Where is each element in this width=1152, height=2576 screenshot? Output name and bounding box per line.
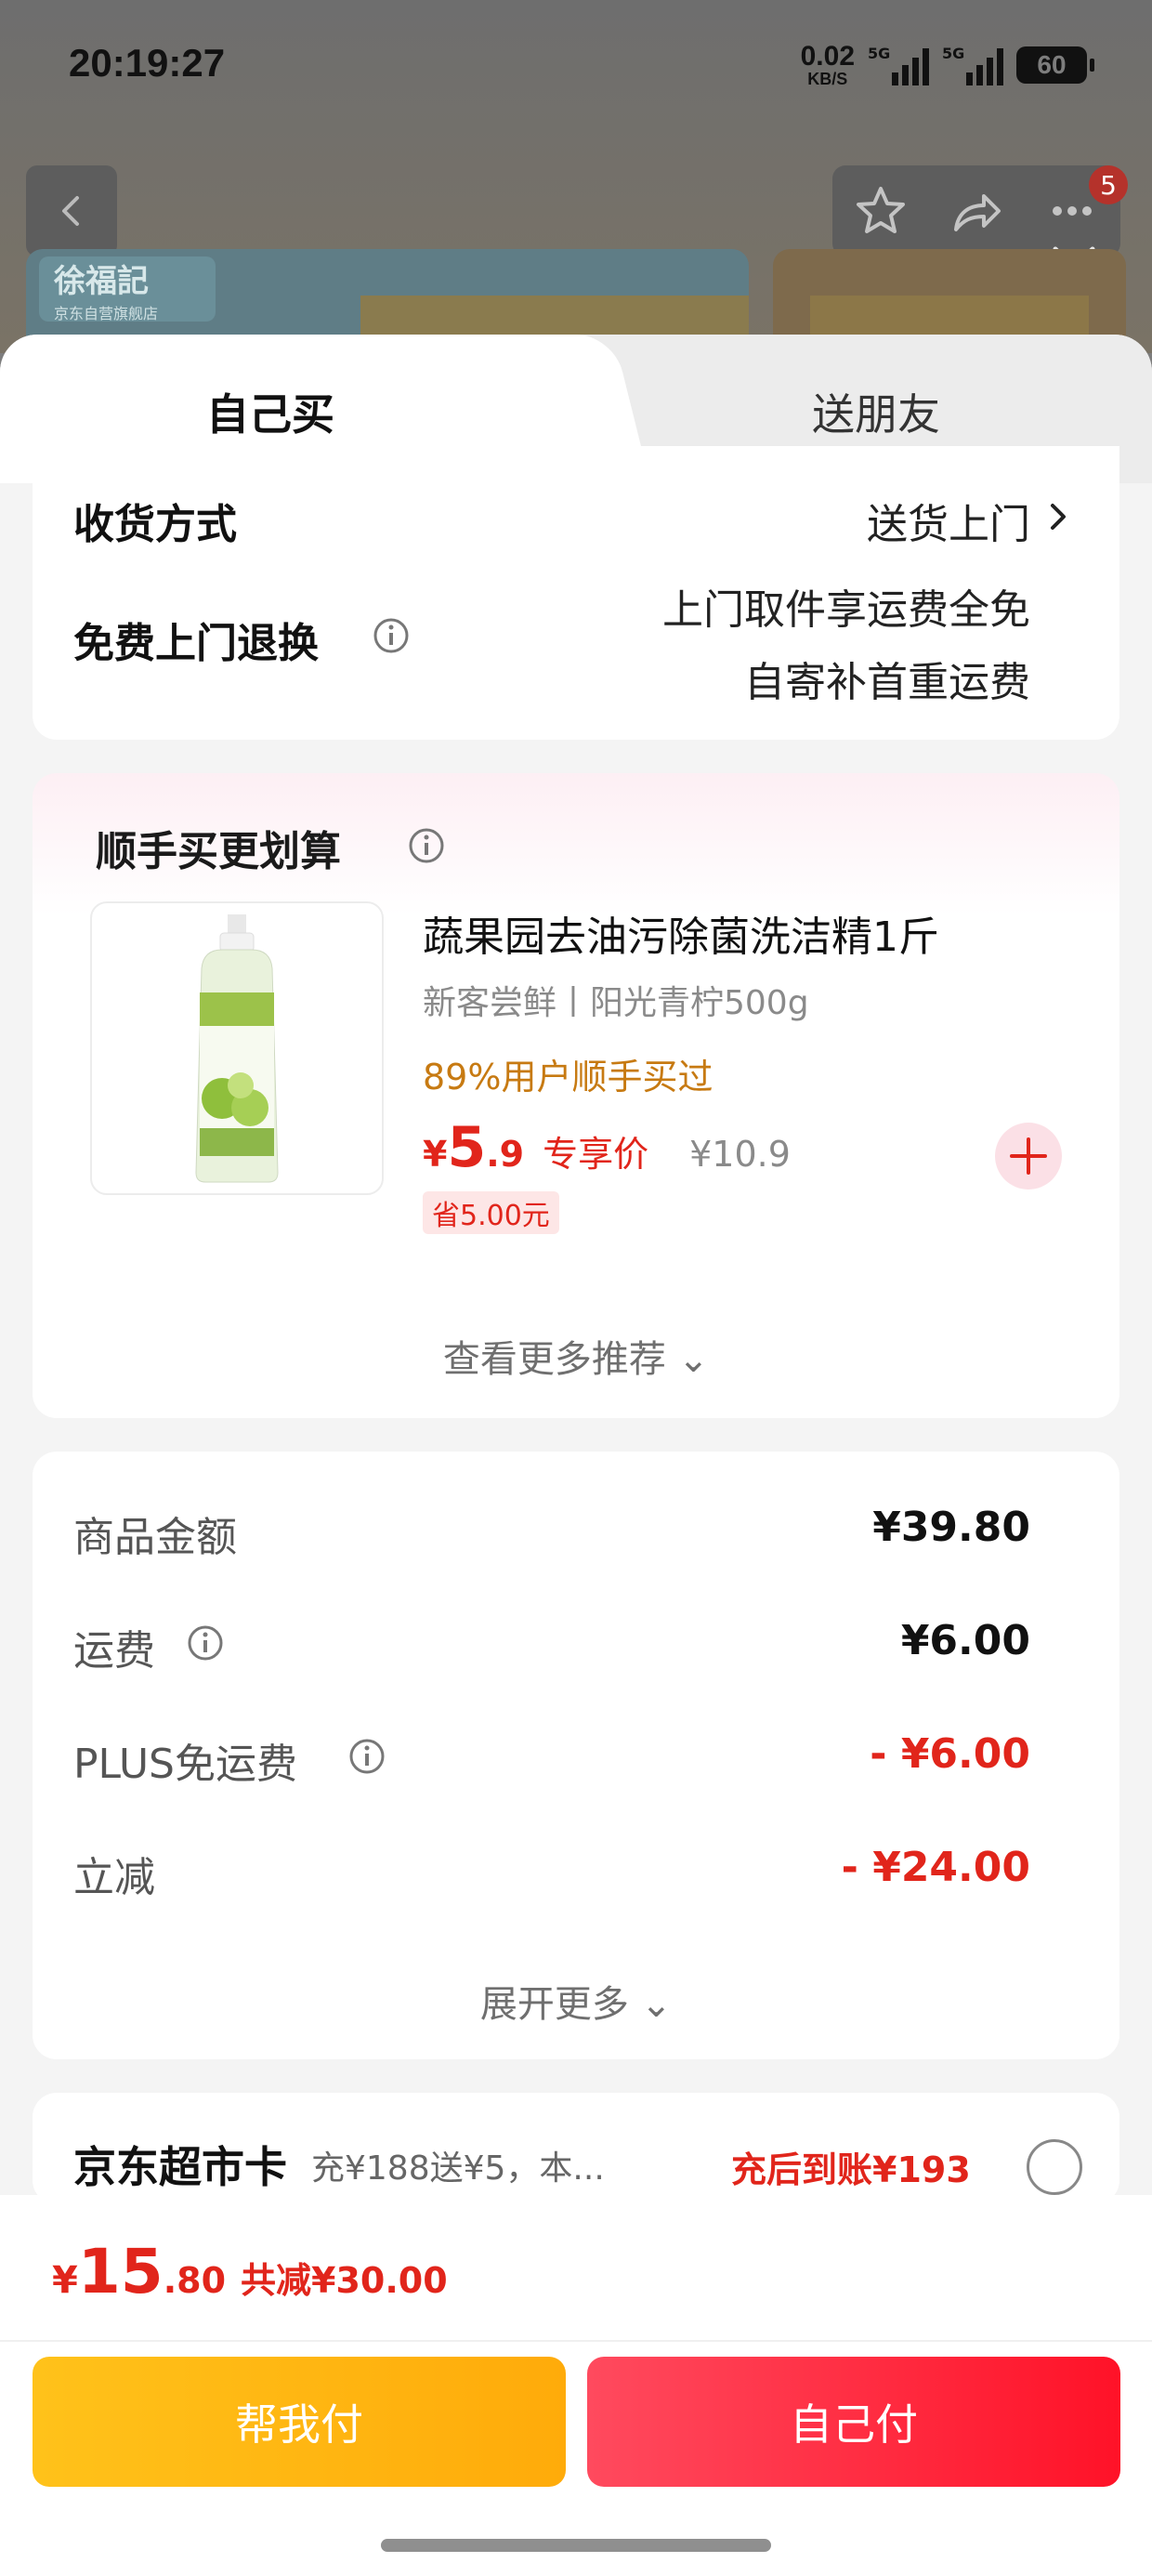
delivery-card: 收货方式 送货上门 免费上门退换 上门取件享运费全免 自寄补首重运费: [33, 446, 1119, 740]
back-button[interactable]: [26, 165, 117, 256]
net-speed-unit: KB/S: [807, 70, 848, 88]
help-me-pay-button[interactable]: 帮我付: [33, 2357, 566, 2487]
home-indicator[interactable]: [381, 2539, 771, 2552]
price-integer: 5: [447, 1115, 487, 1180]
store-sub-text: 京东自营旗舰店: [54, 304, 159, 322]
free-return-label: 免费上门退换: [73, 620, 319, 667]
recommend-title: 顺手买更划算: [96, 828, 341, 875]
delivery-method-label: 收货方式: [73, 501, 237, 548]
product-name[interactable]: 蔬果园去油污除菌洗洁精1斤: [423, 903, 939, 963]
free-return-line2: 自寄补首重运费: [744, 659, 1030, 706]
status-indicators: 0.02 KB/S 5G 5G 60: [800, 37, 1094, 93]
add-to-order-button[interactable]: [995, 1123, 1062, 1189]
signal-icon: 5G: [942, 45, 1003, 85]
total-discount: 共减¥30.00: [241, 2260, 448, 2301]
plus-icon: [1010, 1137, 1047, 1175]
summary-value: ¥39.80: [872, 1504, 1030, 1551]
chevron-right-icon[interactable]: [1045, 498, 1071, 535]
expand-more-link[interactable]: 展开更多 ⌄: [33, 1974, 1119, 2028]
info-icon[interactable]: [348, 1738, 386, 1775]
signal-tag: 5G: [942, 45, 965, 62]
tab-self-label[interactable]: 自己买: [206, 381, 334, 442]
summary-label: 商品金额: [73, 1514, 237, 1561]
signal-tag: 5G: [868, 45, 891, 62]
checkout-bar: ¥ 15 .80 共减¥30.00 帮我付 自己付: [0, 2195, 1152, 2576]
free-return-line1: 上门取件享运费全免: [662, 586, 1030, 634]
status-bar: 20:19:27 0.02 KB/S 5G 5G 60: [0, 0, 1152, 139]
total-price: ¥ 15 .80 共减¥30.00: [52, 2236, 448, 2307]
product-image[interactable]: [90, 901, 384, 1195]
summary-value: ¥6.00: [900, 1617, 1030, 1664]
expand-more-label: 展开更多: [479, 1983, 629, 2026]
summary-value: - ¥24.00: [841, 1844, 1030, 1891]
more-recommend-link[interactable]: 查看更多推荐 ⌄: [33, 1329, 1119, 1383]
store-logo-text: 徐福記: [54, 262, 149, 300]
net-speed-value: 0.02: [800, 41, 855, 72]
supermarket-card-radio[interactable]: [1027, 2139, 1082, 2195]
chevron-down-icon: ⌄: [640, 1983, 673, 2026]
total-decimal: .80: [163, 2260, 227, 2301]
store-logo: 徐福記 京东自营旗舰店: [39, 256, 216, 322]
chevron-left-icon: [62, 196, 79, 226]
original-price: ¥10.9: [689, 1134, 791, 1175]
save-badge: 省5.00元: [423, 1191, 559, 1234]
status-time: 20:19:27: [69, 41, 226, 85]
signal-icon: 5G: [868, 45, 929, 85]
self-pay-button[interactable]: 自己付: [587, 2357, 1120, 2487]
price-tag: 专享价: [543, 1134, 649, 1175]
product-spec: 新客尝鲜丨阳光青柠500g: [423, 984, 809, 1022]
summary-value: - ¥6.00: [870, 1730, 1030, 1778]
supermarket-card-title: 京东超市卡: [73, 2142, 287, 2192]
supermarket-card-credit: 充后到账¥193: [731, 2149, 971, 2190]
star-icon[interactable]: [853, 183, 909, 239]
net-speed: 0.02 KB/S: [800, 41, 855, 88]
info-icon[interactable]: [187, 1624, 224, 1662]
notification-badge: 5: [1089, 165, 1128, 204]
price-currency: ¥: [423, 1134, 448, 1175]
summary-label: 立减: [73, 1854, 155, 1901]
delivery-method-value[interactable]: 送货上门: [867, 491, 1030, 550]
price-decimal: .9: [486, 1134, 525, 1175]
info-icon[interactable]: [373, 617, 410, 654]
supermarket-card-desc: 充¥188送¥5，本...: [311, 2149, 605, 2188]
recommend-card: 顺手买更划算 蔬果园去油污除菌洗洁精1斤 新客尝鲜丨阳光青柠500g 89%用户…: [33, 773, 1119, 1418]
product-social-proof: 89%用户顺手买过: [423, 1057, 713, 1097]
total-integer: 15: [77, 2236, 164, 2307]
battery-icon: 60: [1016, 46, 1094, 84]
total-currency: ¥: [52, 2259, 78, 2302]
info-icon[interactable]: [408, 827, 445, 864]
divider: [0, 2340, 1152, 2342]
scroll-content[interactable]: 收货方式 送货上门 免费上门退换 上门取件享运费全免 自寄补首重运费 顺手买更划…: [0, 446, 1152, 2342]
supermarket-card: 京东超市卡 充¥188送¥5，本... 充后到账¥193: [33, 2093, 1119, 2204]
product-price: ¥ 5 .9 专享价 ¥10.9: [423, 1115, 791, 1180]
share-icon[interactable]: [949, 183, 1004, 239]
chevron-down-icon: ⌄: [677, 1338, 710, 1381]
dish-soap-bottle-icon: [195, 914, 279, 1183]
more-recommend-label: 查看更多推荐: [442, 1338, 666, 1381]
price-summary-card: 商品金额 ¥39.80 运费 ¥6.00 PLUS免运费 - ¥6.00 立减 …: [33, 1452, 1119, 2059]
tab-friend-label[interactable]: 送朋友: [812, 381, 940, 442]
summary-label: PLUS免运费: [73, 1741, 297, 1788]
summary-label: 运费: [73, 1627, 155, 1675]
